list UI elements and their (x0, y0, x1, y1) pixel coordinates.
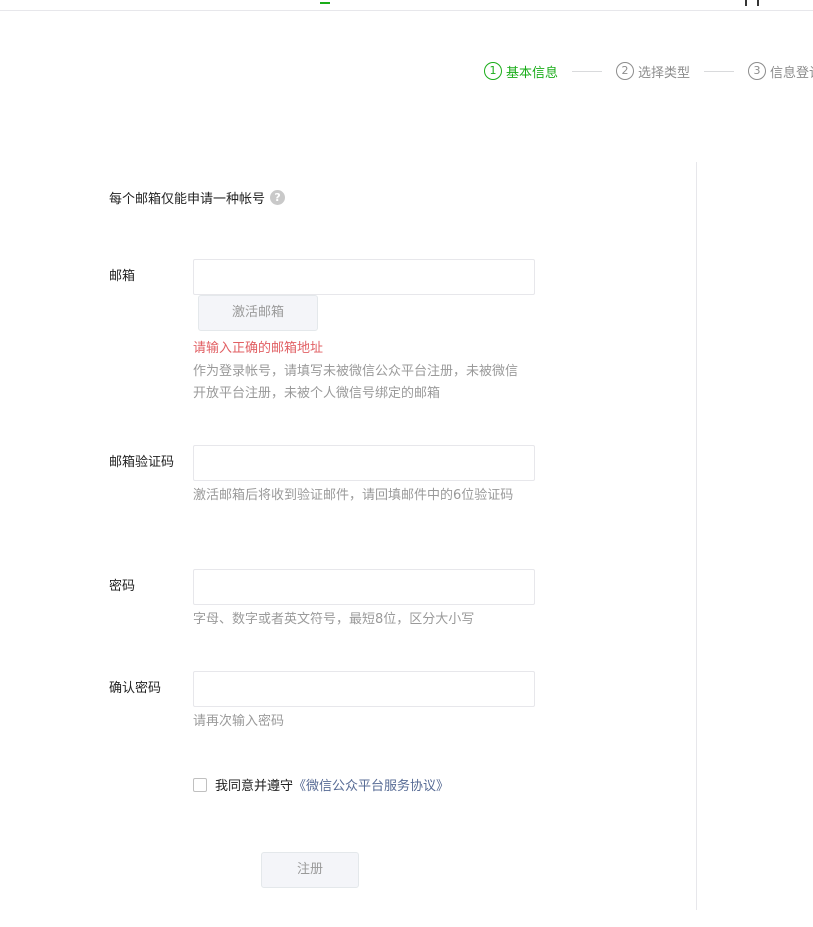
step-label: 选择类型 (638, 65, 691, 81)
step-connector (572, 70, 603, 72)
step-basic-info: 1 基本信息 (484, 62, 558, 81)
step-select-type: 2 选择类型 (616, 62, 690, 81)
confirm-password-tip: 请再次输入密码 (193, 714, 285, 729)
email-tip: 作为登录帐号，请填写未被微信公众平台注册，未被微信开放平台注册，未被个人微信号绑… (193, 364, 519, 401)
header-divider (0, 10, 813, 11)
activate-email-button[interactable]: 激活邮箱 (198, 295, 318, 331)
agree-text: 我同意并遵守 (215, 779, 294, 794)
step-label: 基本信息 (506, 65, 559, 81)
step-connector (704, 70, 735, 72)
vertical-divider (696, 162, 697, 910)
register-button[interactable]: 注册 (261, 852, 359, 888)
email-error: 请输入正确的邮箱地址 (193, 341, 324, 356)
service-agreement-link[interactable]: 《微信公众平台服务协议》 (293, 775, 449, 794)
step-number: 1 (484, 62, 502, 80)
registration-page: 1 基本信息 2 选择类型 3 信息登记 每个邮箱仅能申请一种帐号 ? 邮箱 激… (0, 0, 813, 927)
help-icon[interactable]: ? (270, 190, 286, 205)
password-tip: 字母、数字或者英文符号，最短8位，区分大小写 (193, 612, 475, 627)
email-notice: 每个邮箱仅能申请一种帐号 ? (109, 188, 286, 207)
email-label: 邮箱 (109, 269, 136, 284)
email-input[interactable] (193, 259, 535, 295)
confirm-password-input[interactable] (193, 671, 535, 707)
step-number: 3 (748, 62, 767, 80)
confirm-password-label: 确认密码 (109, 681, 162, 696)
password-label: 密码 (109, 579, 136, 594)
step-label: 信息登记 (770, 65, 813, 81)
header-partial-icon (745, 0, 759, 6)
agreement-row: 我同意并遵守 《微信公众平台服务协议》 (193, 775, 449, 794)
step-number: 2 (616, 62, 635, 80)
progress-steps: 1 基本信息 2 选择类型 3 信息登记 (484, 60, 813, 82)
agree-checkbox[interactable] (193, 777, 207, 792)
verification-code-input[interactable] (193, 445, 535, 481)
code-label: 邮箱验证码 (109, 455, 175, 470)
code-tip: 激活邮箱后将收到验证邮件，请回填邮件中的6位验证码 (193, 488, 514, 503)
step-info-register: 3 信息登记 (748, 62, 813, 81)
password-input[interactable] (193, 569, 535, 605)
header-partial-mark (320, 0, 330, 4)
notice-text: 每个邮箱仅能申请一种帐号 (109, 192, 266, 207)
